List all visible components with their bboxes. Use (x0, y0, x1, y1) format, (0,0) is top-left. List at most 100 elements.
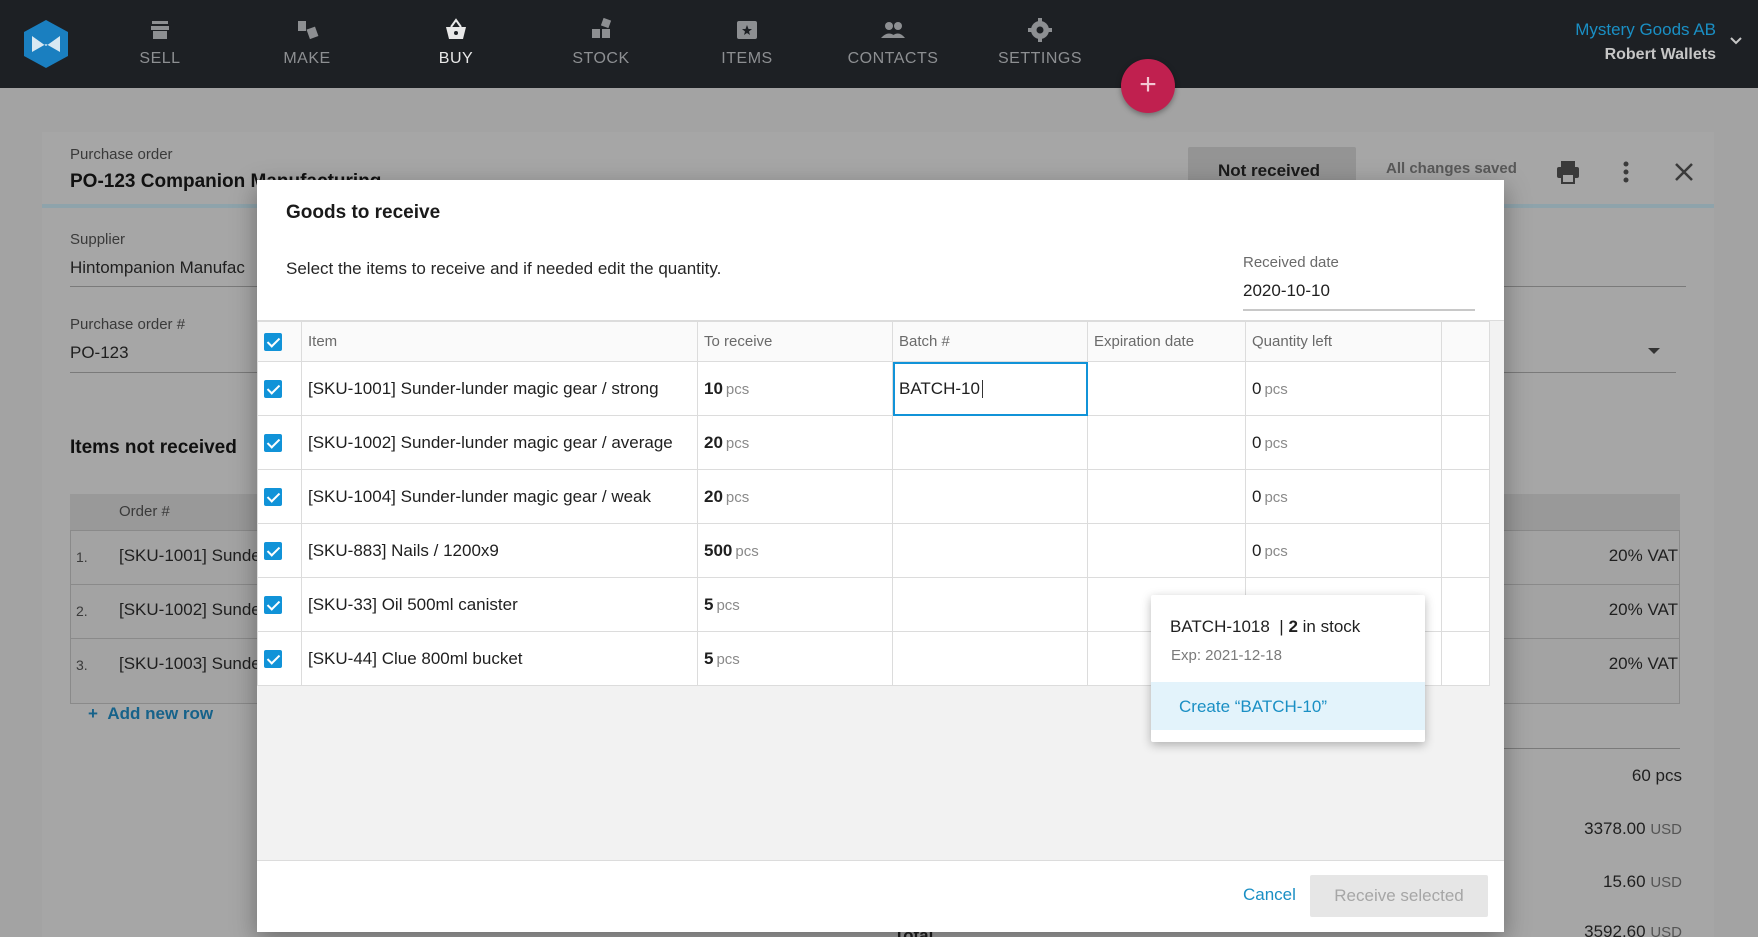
more-vertical-icon[interactable] (1612, 158, 1640, 186)
row-checkbox[interactable] (264, 596, 282, 615)
add-new-row-button[interactable]: + Add new row (88, 704, 213, 724)
app-logo-icon[interactable] (22, 18, 70, 68)
row-checkbox[interactable] (264, 380, 282, 399)
table-row[interactable]: [SKU-1002] Sunder-lunder magic gear / av… (257, 415, 1490, 470)
select-all-checkbox[interactable] (264, 332, 282, 351)
to-receive-cell[interactable]: 5 pcs (697, 631, 893, 686)
po-number-value[interactable]: PO-123 (70, 343, 129, 363)
row-number: 1. (76, 549, 88, 565)
receive-table-area: Item To receive Batch # Expiration date … (257, 320, 1504, 860)
nav-item-contacts[interactable]: CONTACTS (833, 16, 953, 68)
nav-label: BUY (438, 50, 474, 67)
to-receive-cell[interactable]: 20 pcs (697, 415, 893, 470)
row-item: [SKU-1001] Sunde (119, 546, 261, 565)
row-checkbox-cell[interactable] (257, 631, 302, 686)
to-receive-cell[interactable]: 10 pcs (697, 361, 893, 416)
expiration-cell[interactable] (1087, 415, 1246, 470)
create-batch-option[interactable]: Create “BATCH-10” (1151, 682, 1425, 730)
nav-item-settings[interactable]: SETTINGS (980, 16, 1100, 68)
dialog-footer: Cancel Receive selected (257, 860, 1504, 932)
nav-item-items[interactable]: ITEMS (687, 16, 807, 68)
row-checkbox-cell[interactable] (257, 469, 302, 524)
field-underline (1504, 286, 1686, 287)
nav-label: SELL (139, 50, 181, 67)
totals-divider (1504, 748, 1680, 749)
expiration-column-header: Expiration date (1087, 321, 1246, 362)
hammer-icon (298, 21, 319, 40)
batch-option[interactable]: BATCH-1018 | 2 in stock (1170, 617, 1360, 637)
plus-icon: + (88, 704, 108, 723)
row-checkbox[interactable] (264, 488, 282, 507)
tax-total: 15.60 USD (1603, 872, 1682, 891)
po-number-label: Purchase order # (70, 316, 186, 333)
po-number-underline (70, 372, 260, 373)
item-cell: [SKU-44] Clue 800ml bucket (301, 631, 698, 686)
select-all-checkbox-cell[interactable] (257, 321, 302, 362)
close-icon[interactable] (1670, 158, 1698, 186)
row-vat: 20% VAT (1608, 546, 1678, 565)
row-checkbox-cell[interactable] (257, 523, 302, 578)
batch-option-expiry: Exp: 2021-12-18 (1171, 647, 1282, 664)
subtotal: 3378.00 USD (1584, 819, 1682, 838)
expiration-cell[interactable] (1087, 361, 1246, 416)
row-checkbox[interactable] (264, 650, 282, 669)
expiration-cell[interactable] (1087, 469, 1246, 524)
supplier-value[interactable]: Hintompanion Manufac (70, 258, 245, 278)
row-checkbox-cell[interactable] (257, 415, 302, 470)
quantity-left-cell: 0pcs (1245, 523, 1442, 578)
batch-input[interactable] (892, 631, 1088, 686)
nav-item-make[interactable]: MAKE (247, 16, 367, 68)
create-fab-button[interactable]: + (1121, 59, 1175, 113)
to-receive-cell[interactable]: 5 pcs (697, 577, 893, 632)
item-cell: [SKU-1002] Sunder-lunder magic gear / av… (301, 415, 698, 470)
to-receive-cell[interactable]: 500 pcs (697, 523, 893, 578)
gear-icon (1028, 18, 1052, 42)
received-date-label: Received date (1243, 254, 1339, 271)
table-row[interactable]: [SKU-883] Nails / 1200x9 500 pcs 0 pcs (257, 523, 1490, 578)
row-checkbox[interactable] (264, 542, 282, 561)
batch-suggestions-dropdown: BATCH-1018 | 2 in stock Exp: 2021-12-18 … (1151, 595, 1425, 742)
store-icon (151, 21, 169, 39)
item-cell: [SKU-1001] Sunder-lunder magic gear / st… (301, 361, 698, 416)
people-icon (881, 22, 905, 38)
batch-input[interactable] (892, 577, 1088, 632)
total-quantity: 60 pcs (1631, 766, 1682, 785)
add-row-label: Add new row (107, 704, 214, 723)
batch-input[interactable] (892, 469, 1088, 524)
to-receive-cell[interactable]: 20 pcs (697, 469, 893, 524)
batch-input[interactable]: BATCH-10 (892, 361, 1088, 416)
supplier-label: Supplier (70, 231, 126, 248)
nav-item-sell[interactable]: SELL (100, 16, 220, 68)
print-icon[interactable] (1554, 158, 1582, 186)
boxes-icon (592, 17, 612, 38)
nav-item-stock[interactable]: STOCK (541, 16, 661, 68)
status-label: Not received (1218, 161, 1321, 180)
expiration-cell (1087, 523, 1246, 578)
caret-down-icon[interactable] (1644, 344, 1664, 358)
supplier-underline (70, 286, 260, 287)
table-header-row: Item To receive Batch # Expiration date … (257, 321, 1490, 362)
table-row[interactable]: [SKU-1001] Sunder-lunder magic gear / st… (257, 361, 1490, 416)
quantity-left-cell: 0pcs (1245, 361, 1442, 416)
row-vat: 20% VAT (1608, 654, 1678, 673)
create-batch-label: Create “BATCH-10” (1179, 697, 1327, 716)
item-column-header: Item (301, 321, 698, 362)
receive-selected-button[interactable]: Receive selected (1310, 875, 1488, 917)
row-checkbox-cell[interactable] (257, 361, 302, 416)
dialog-title: Goods to receive (286, 202, 441, 223)
account-menu[interactable]: Mystery Goods AB Robert Wallets (1575, 20, 1716, 64)
nav-item-buy[interactable]: BUY (396, 16, 516, 68)
actions-column-header (1441, 321, 1490, 362)
batch-input[interactable] (892, 415, 1088, 470)
row-checkbox-cell[interactable] (257, 577, 302, 632)
actions-cell (1441, 361, 1490, 416)
row-checkbox[interactable] (264, 434, 282, 453)
cancel-button[interactable]: Cancel (1231, 875, 1308, 915)
chevron-down-icon[interactable] (1728, 32, 1744, 48)
batch-column-header: Batch # (892, 321, 1088, 362)
goods-to-receive-dialog: Goods to receive Select the items to rec… (257, 180, 1504, 932)
batch-input[interactable] (892, 523, 1088, 578)
row-number: 2. (76, 603, 88, 619)
table-row[interactable]: [SKU-1004] Sunder-lunder magic gear / we… (257, 469, 1490, 524)
received-date-input[interactable]: 2020-10-10 (1243, 281, 1475, 311)
